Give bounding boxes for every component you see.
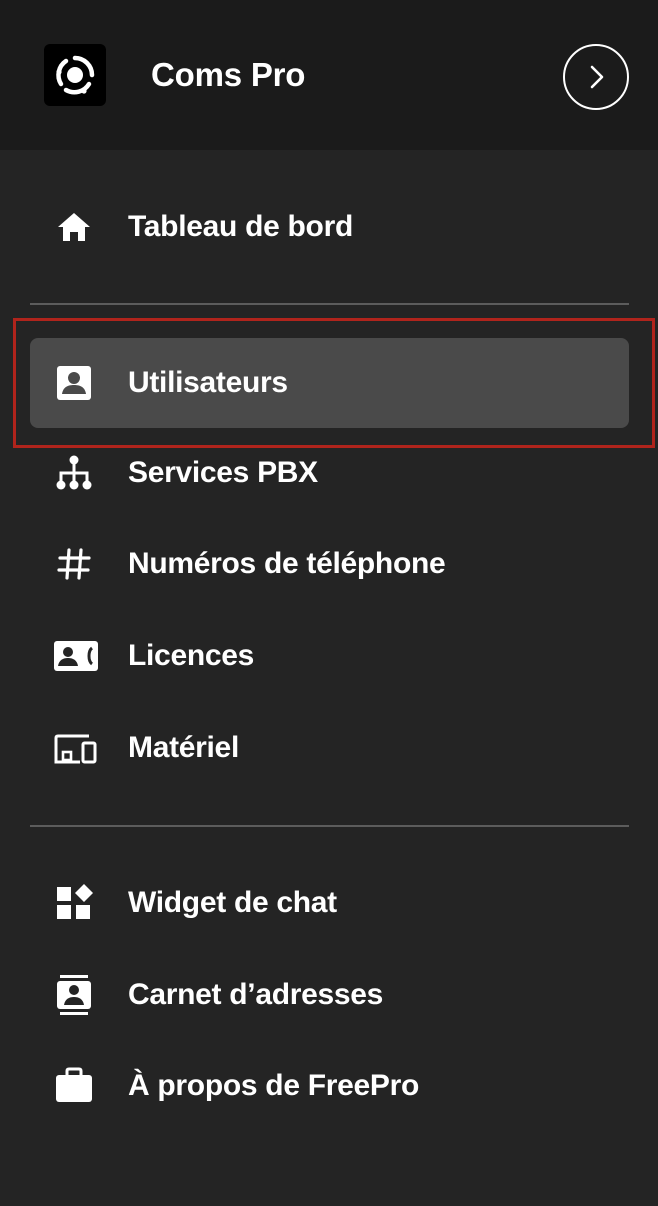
hashtag-icon <box>52 542 96 586</box>
nav-item-chat-widget[interactable]: Widget de chat <box>30 858 629 948</box>
user-badge-icon <box>52 361 96 405</box>
divider <box>30 303 629 305</box>
nav-item-licenses[interactable]: Licences <box>30 611 629 701</box>
chevron-right-icon <box>590 65 604 89</box>
address-book-icon <box>52 973 96 1017</box>
nav-item-label: Services PBX <box>128 456 318 489</box>
nav-item-label: Matériel <box>128 731 239 764</box>
briefcase-icon <box>52 1064 96 1108</box>
nav-item-numbers[interactable]: Numéros de téléphone <box>30 519 629 609</box>
nav-item-label: Widget de chat <box>128 886 337 919</box>
widgets-icon <box>52 881 96 925</box>
app-logo[interactable] <box>44 44 106 106</box>
nav-item-about[interactable]: À propos de FreePro <box>30 1041 629 1131</box>
home-icon <box>52 205 96 249</box>
nav-item-label: Numéros de téléphone <box>128 547 446 580</box>
nav-item-label: Tableau de bord <box>128 210 353 243</box>
nav-item-dashboard[interactable]: Tableau de bord <box>30 182 629 272</box>
nav-item-users[interactable]: Utilisateurs <box>30 338 629 428</box>
expand-sidebar-button[interactable] <box>563 44 629 110</box>
devices-icon <box>52 726 97 770</box>
app-title: Coms Pro <box>151 56 306 93</box>
nav-item-label: Licences <box>128 639 255 672</box>
nav-item-label: À propos de FreePro <box>128 1069 420 1102</box>
sidebar: Coms Pro Tableau de bord Utilisateurs Se… <box>0 0 658 1206</box>
nav-item-label: Utilisateurs <box>128 366 288 399</box>
ring-logo-icon <box>56 55 95 95</box>
divider <box>30 825 629 827</box>
nav-item-label: Carnet d’adresses <box>128 978 384 1011</box>
nav-item-address-book[interactable]: Carnet d’adresses <box>30 950 629 1040</box>
hierarchy-icon <box>52 451 96 495</box>
contact-card-icon <box>52 634 98 678</box>
nav-item-hardware[interactable]: Matériel <box>30 703 629 793</box>
nav-item-pbx[interactable]: Services PBX <box>30 428 629 518</box>
sidebar-header: Coms Pro <box>0 0 658 150</box>
